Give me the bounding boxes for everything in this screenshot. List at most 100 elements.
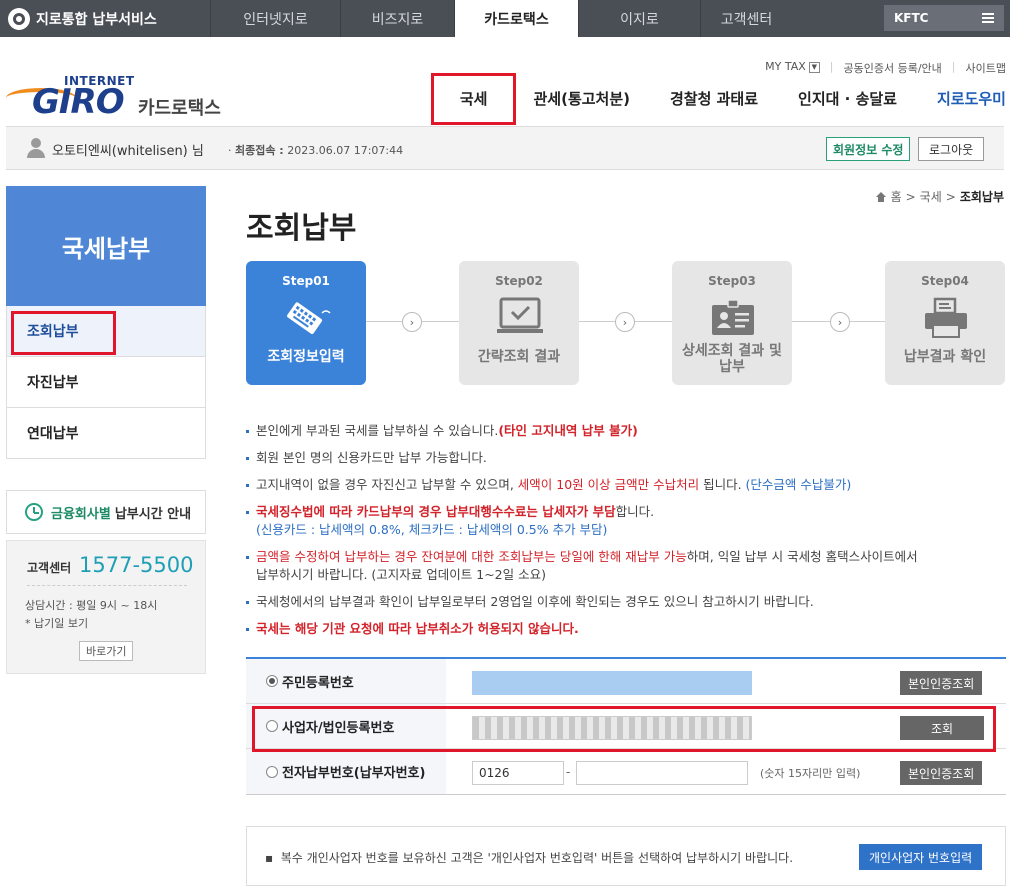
menu-stamp-fee[interactable]: 인지대 · 송달료 bbox=[778, 88, 917, 109]
logo-service-text: 카드로택스 bbox=[138, 98, 221, 119]
step-label: 조회정보입력 bbox=[267, 349, 345, 365]
printer-icon bbox=[925, 297, 967, 338]
radio-label: 주민등록번호 bbox=[282, 675, 354, 691]
user-name: 오토티엔씨(whitelisen) 님 bbox=[52, 144, 204, 159]
edit-profile-button[interactable]: 회원정보 수정 bbox=[826, 137, 911, 161]
identity-verify-button[interactable]: 본인인증조회 bbox=[900, 761, 983, 785]
step-2: Step02 간략조회 결과 bbox=[459, 261, 579, 385]
payment-number-prefix-input[interactable]: 0126 bbox=[472, 761, 564, 785]
payment-number-radio[interactable] bbox=[266, 765, 278, 778]
menu-giro-helper[interactable]: 지로도우미 bbox=[917, 88, 1006, 109]
notice-item: 회원 본인 명의 신용카드만 납부 가능합니다. bbox=[246, 449, 1006, 467]
keyboard-icon bbox=[287, 302, 331, 334]
breadcrumb: 홈 > 국세 > 조회납부 bbox=[875, 188, 1004, 205]
notice-item: 금액을 수정하여 납부하는 경우 잔여분에 대한 조회납부는 당일에 한해 재납… bbox=[246, 548, 1006, 584]
chevron-right-icon: › bbox=[402, 312, 422, 332]
notice-subtext: (신용카드 : 납세액의 0.8%, 체크카드 : 납세액의 0.5% 추가 부… bbox=[256, 522, 608, 537]
multi-business-notice: ▪ 복수 개인사업자 번호를 보유하신 고객은 '개인사업자 번호입력' 버튼을… bbox=[246, 826, 1006, 886]
divider bbox=[27, 585, 187, 586]
breadcrumb-current: 조회납부 bbox=[959, 190, 1004, 204]
notice-item: 국세징수법에 따라 카드납부의 경우 납부대행수수료는 납세자가 부담합니다. bbox=[246, 503, 1006, 521]
sidebar-item-label: 연대납부 bbox=[27, 426, 79, 442]
notice-warning: 세액이 10원 이상 금액만 수납처리 bbox=[517, 477, 700, 492]
breadcrumb-level1[interactable]: 국세 bbox=[920, 188, 942, 205]
notice-text: 본인에게 부과된 국세를 납부하실 수 있습니다. bbox=[256, 423, 499, 438]
chevron-right-icon: › bbox=[615, 312, 635, 332]
tab-card-ro-tax[interactable]: 카드로택스 bbox=[454, 0, 578, 37]
notice-warning: 국세징수법에 따라 카드납부의 경우 납부대행수수료는 납세자가 부담 bbox=[256, 504, 616, 519]
mytax-dropdown[interactable]: MY TAX ▼ bbox=[765, 60, 820, 76]
tab-biz-giro[interactable]: 비즈지로 bbox=[340, 0, 454, 37]
individual-business-number-button[interactable]: 개인사업자 번호입력 bbox=[859, 844, 983, 870]
highlight-box bbox=[431, 73, 516, 125]
logout-button[interactable]: 로그아웃 bbox=[918, 137, 985, 161]
chevron-right-icon: › bbox=[830, 312, 850, 332]
notice-text: ▪ 복수 개인사업자 번호를 보유하신 고객은 '개인사업자 번호입력' 버튼을… bbox=[265, 851, 794, 865]
notice-list: 본인에게 부과된 국세를 납부하실 수 있습니다.(타인 고지내역 납부 불가)… bbox=[246, 422, 1006, 647]
id-card-icon bbox=[712, 299, 754, 335]
home-icon[interactable] bbox=[875, 191, 887, 202]
monitor-check-icon bbox=[497, 297, 543, 333]
time-info-highlight: 금융회사별 bbox=[51, 506, 111, 522]
step-3: Step03 상세조회 결과 및 납부 bbox=[672, 261, 792, 385]
due-date-link[interactable]: * 납기일 보기 bbox=[25, 615, 88, 631]
identity-verify-button[interactable]: 본인인증조회 bbox=[900, 671, 983, 695]
menu-customs[interactable]: 관세(통고처분) bbox=[513, 88, 650, 109]
last-login: · 최종접속 : 2023.06.07 17:07:44 bbox=[228, 144, 404, 157]
tab-customer-center[interactable]: 고객센터 bbox=[700, 0, 792, 37]
main-menu: 국세 관세(통고처분) 경찰청 과태료 인지대 · 송달료 지로도우미 bbox=[432, 88, 1006, 109]
brand-label: 지로통합 납부서비스 bbox=[36, 11, 157, 28]
radio-label: 전자납부번호(납부자번호) bbox=[282, 766, 426, 781]
customer-center-box: 고객센터 1577-5500 상담시간 : 평일 9시 ~ 18시 * 납기일 … bbox=[6, 540, 206, 674]
clock-icon bbox=[25, 503, 43, 521]
sidebar-item-joint-payment[interactable]: 연대납부 bbox=[6, 408, 206, 459]
mytax-label: MY TAX bbox=[765, 60, 806, 73]
service-brand[interactable]: 지로통합 납부서비스 bbox=[0, 0, 210, 37]
notice-item: 국세청에서의 납부결과 확인이 납부일로부터 2영업일 이후에 확인되는 경우도… bbox=[246, 593, 1006, 611]
payment-number-input[interactable] bbox=[576, 761, 748, 785]
tab-internet-giro[interactable]: 인터넷지로 bbox=[210, 0, 340, 37]
page-title: 조회납부 bbox=[246, 211, 357, 246]
step-1: Step01 조회정보입력 bbox=[246, 261, 366, 385]
step-number: Step04 bbox=[921, 274, 969, 288]
kftc-menu[interactable]: KFTC bbox=[884, 5, 1004, 31]
sitemap-link[interactable]: 사이트맵 bbox=[966, 60, 1006, 76]
divider: | bbox=[951, 60, 956, 73]
cs-hours: 상담시간 : 평일 9시 ~ 18시 bbox=[25, 599, 158, 612]
sidebar-title: 국세납부 bbox=[6, 186, 206, 306]
notice-text: 고지내역이 없을 경우 자진신고 납부할 수 있으며, bbox=[256, 477, 518, 492]
resident-number-input[interactable] bbox=[472, 671, 752, 695]
kftc-label: KFTC bbox=[894, 11, 929, 25]
cert-link[interactable]: 공동인증서 등록/안내 bbox=[844, 60, 942, 76]
step-number: Step02 bbox=[495, 274, 543, 288]
step-label: 납부결과 확인 bbox=[903, 349, 987, 365]
step-number: Step03 bbox=[708, 274, 756, 288]
divider: | bbox=[829, 60, 834, 73]
time-info-text: 납부시간 안내 bbox=[114, 506, 192, 522]
step-label: 간략조회 결과 bbox=[477, 349, 561, 365]
notice-item: 국세는 해당 기관 요청에 따라 납부취소가 허용되지 않습니다. bbox=[246, 620, 1006, 638]
step-4: Step04 납부결과 확인 bbox=[885, 261, 1005, 385]
form-row-electronic-payment-number: 전자납부번호(납부자번호) 0126 - (숫자 15자리만 입력) 본인인증조… bbox=[246, 749, 1006, 794]
last-login-label: 최종접속 : bbox=[235, 144, 284, 157]
giro-logo[interactable]: INTERNET GIRO 카드로택스 bbox=[6, 74, 236, 122]
payment-time-info-link[interactable]: 금융회사별 납부시간 안내 bbox=[6, 490, 206, 534]
dash-separator: - bbox=[566, 765, 571, 779]
step-number: Step01 bbox=[282, 274, 330, 288]
hamburger-menu-icon bbox=[982, 13, 994, 23]
go-button[interactable]: 바로가기 bbox=[79, 641, 134, 661]
utility-links: MY TAX ▼ | 공동인증서 등록/안내 | 사이트맵 bbox=[765, 60, 1006, 76]
input-hint: (숫자 15자리만 입력) bbox=[760, 767, 861, 780]
resident-number-radio[interactable] bbox=[266, 675, 278, 687]
tab-ezro[interactable]: 이지로 bbox=[578, 0, 700, 37]
step-label: 상세조회 결과 및 납부 bbox=[682, 343, 782, 375]
menu-police-fine[interactable]: 경찰청 과태료 bbox=[650, 88, 778, 109]
form-row-resident-number: 주민등록번호 본인인증조회 bbox=[246, 659, 1006, 704]
user-bar: 오토티엔씨(whitelisen) 님 · 최종접속 : 2023.06.07 … bbox=[6, 126, 1004, 170]
user-icon bbox=[26, 138, 46, 158]
cs-phone: 1577-5500 bbox=[79, 553, 194, 577]
notice-text: 됩니다. bbox=[699, 477, 746, 492]
breadcrumb-home[interactable]: 홈 bbox=[891, 188, 902, 205]
notice-warning: (타인 고지내역 납부 불가) bbox=[498, 423, 638, 438]
sidebar-item-self-payment[interactable]: 자진납부 bbox=[6, 357, 206, 408]
